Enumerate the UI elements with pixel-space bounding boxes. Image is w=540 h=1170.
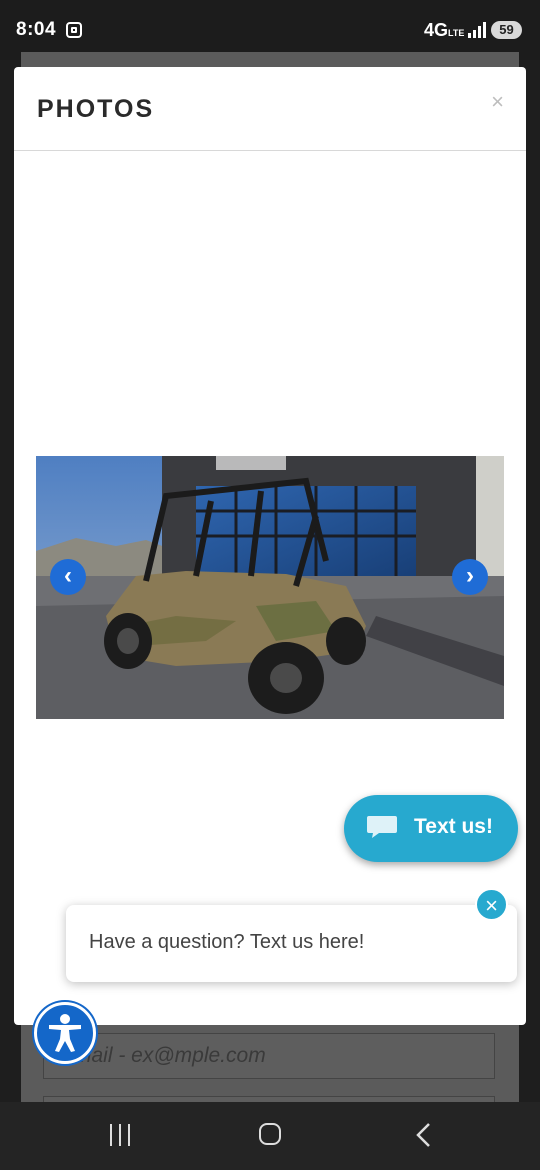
close-button[interactable]: × [491, 89, 504, 115]
signal-icon [468, 22, 486, 38]
recent-apps-button[interactable] [108, 1124, 132, 1146]
next-photo-button[interactable]: › [452, 559, 488, 595]
question-text: Have a question? Text us here! [89, 931, 365, 953]
bubble-close-button[interactable]: × [475, 888, 508, 921]
photo-image [36, 456, 504, 719]
home-button[interactable] [259, 1123, 281, 1145]
email-field[interactable]: Email - ex@mple.com [43, 1033, 495, 1079]
modal-title: PHOTOS [37, 95, 155, 123]
modal-header: PHOTOS × [14, 67, 526, 151]
text-us-label: Text us! [414, 815, 493, 838]
text-us-button[interactable]: Text us! [344, 795, 518, 862]
prev-photo-button[interactable]: ‹ [50, 559, 86, 595]
photos-modal: PHOTOS × ‹ › [14, 67, 526, 1025]
accessibility-button[interactable] [34, 1002, 96, 1064]
question-bubble[interactable]: Have a question? Text us here! [66, 905, 517, 982]
status-time: 8:04 [16, 19, 57, 40]
accessibility-person-icon [49, 1014, 81, 1052]
chat-bubble-icon [367, 816, 397, 838]
status-bar: 8:04 4GLTE 59 [0, 0, 540, 60]
system-nav-bar [0, 1102, 540, 1170]
back-button[interactable] [414, 1122, 432, 1148]
battery-indicator: 59 [491, 21, 522, 39]
screen-record-icon [66, 22, 82, 38]
network-indicator: 4GLTE [424, 20, 465, 40]
vehicle-photo: ‹ › [36, 456, 504, 719]
